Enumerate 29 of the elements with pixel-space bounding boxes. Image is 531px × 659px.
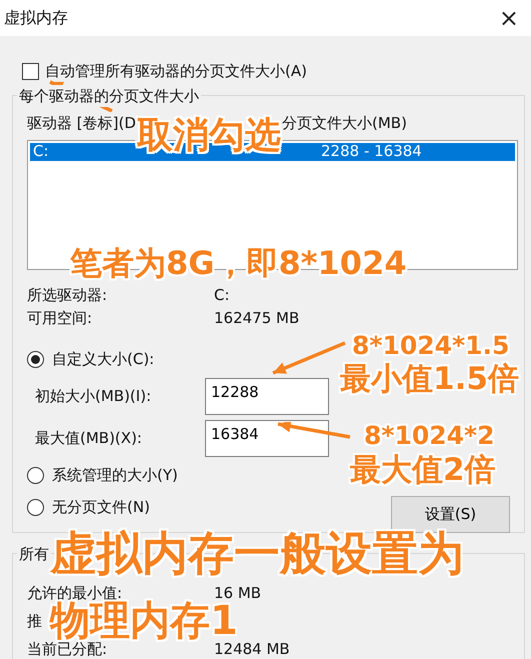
info-label: 推 — [27, 611, 42, 632]
annotation-text: 最大值2倍 — [350, 455, 496, 486]
checkbox-label: 自动管理所有驱动器的分页文件大小(A) — [45, 61, 307, 82]
input-field[interactable]: 16384 — [205, 420, 329, 457]
field-label: 初始大小(MB)(I): — [35, 386, 152, 408]
annotation-text: 8*1024*2 — [364, 423, 495, 448]
radio-button[interactable] — [27, 467, 44, 484]
field-label: 最大值(MB)(X): — [35, 428, 143, 450]
info-label: 允许的最小值: — [27, 583, 122, 602]
info-label: 所选驱动器: — [27, 284, 108, 306]
window-title: 虚拟内存 — [4, 7, 68, 29]
info-value: C: — [214, 284, 230, 306]
close-button[interactable]: × — [494, 6, 523, 30]
info-label: 可用空间: — [27, 308, 94, 329]
checkbox[interactable] — [22, 62, 39, 80]
info-label: 当前已分配: — [27, 640, 108, 659]
radio-button[interactable] — [27, 351, 44, 368]
annotation-text: 笔者为8G，即8*1024 — [70, 247, 407, 279]
group-label: 每个驱动器的分页文件大小 — [17, 84, 201, 107]
input-field[interactable]: 12288 — [205, 378, 329, 415]
info-value: 162475 MB — [214, 308, 300, 329]
info-value: 12484 MB — [214, 639, 290, 659]
radio-label: 无分页文件(N) — [52, 497, 150, 518]
annotation-text: 最小值1.5倍 — [340, 364, 519, 395]
annotation-text: 8*1024*1.5 — [352, 333, 510, 358]
radio-button[interactable] — [27, 499, 44, 516]
annotation-text: 虚拟内存一般设置为 — [50, 530, 464, 576]
radio-label: 系统管理的大小(Y) — [52, 465, 178, 486]
radio-label: 自定义大小(C): — [52, 349, 154, 370]
